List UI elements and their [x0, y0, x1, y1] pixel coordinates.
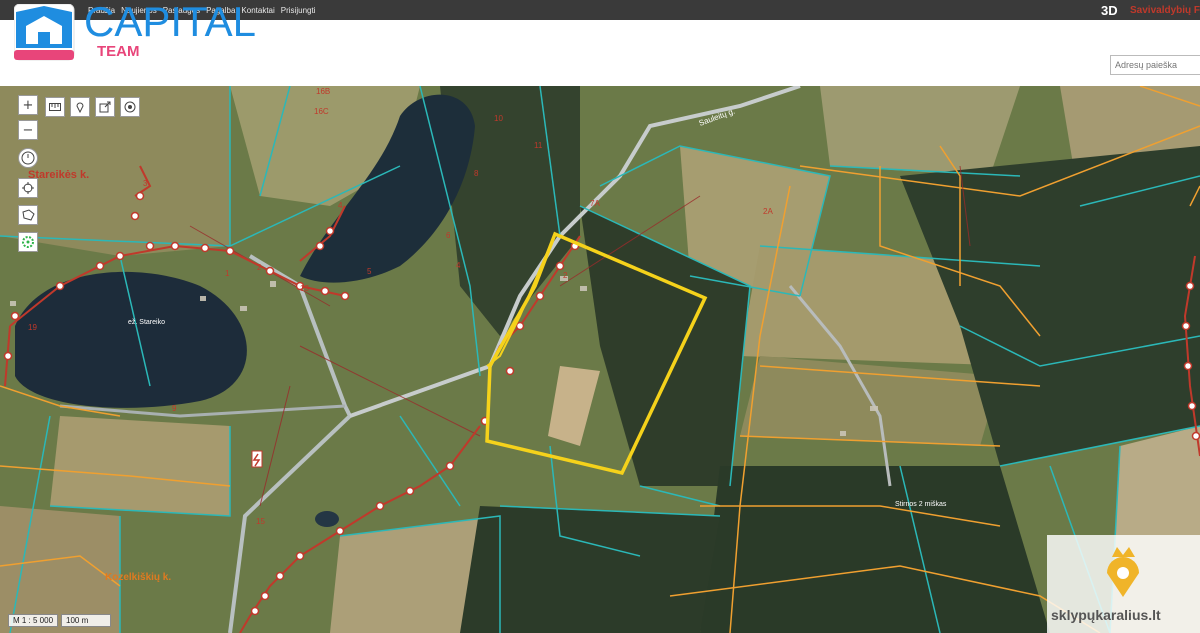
parcel-number: 2	[257, 263, 262, 272]
parcel-number: 15	[256, 517, 265, 526]
logo-subtitle: TEAM	[97, 43, 140, 60]
crown-pin-icon	[1107, 547, 1139, 597]
parcel-number: 19	[28, 323, 37, 332]
municipality-link[interactable]: Savivaldybių F	[1130, 5, 1200, 16]
share-icon[interactable]	[95, 97, 115, 117]
parcel-number: 6	[446, 231, 451, 240]
parcel-number: 11	[534, 141, 543, 150]
address-search-input[interactable]	[1110, 55, 1200, 75]
parcel-number: 2A	[763, 207, 773, 216]
parcel-number: 1	[225, 269, 230, 278]
parcel-number: 16C	[314, 107, 329, 116]
parcel-number: 5	[367, 267, 372, 276]
3d-button[interactable]: 3D	[1101, 3, 1118, 18]
parcel-number: 3	[143, 179, 148, 188]
aerial-map: Stareikės k. ež. Stareiko Kozelkiškių k.…	[0, 86, 1200, 633]
draw-area-icon[interactable]	[18, 205, 38, 225]
parcel-number: 2	[563, 271, 568, 280]
label-lake-stareiko: ež. Stareiko	[128, 319, 165, 326]
label-forest-stirnos: Stirnos 2 miškas	[895, 501, 947, 508]
parcel-number: 10	[494, 114, 503, 123]
pin-icon[interactable]	[70, 97, 90, 117]
measure-icon[interactable]	[45, 97, 65, 117]
map-scale: M 1 : 5 000 100 m	[8, 614, 112, 627]
parcel-number: 8	[474, 169, 479, 178]
parcel-number: 4	[456, 261, 461, 270]
watermark-text: sklypųkaralius.lt	[1051, 607, 1161, 623]
label-village-kozelkiskiu: Kozelkiškių k.	[105, 572, 171, 583]
layers-icon[interactable]	[18, 232, 38, 252]
scale-ratio: M 1 : 5 000	[8, 614, 59, 627]
scale-bar: 100 m	[61, 614, 112, 627]
crosshair-icon[interactable]	[18, 178, 38, 198]
map-view[interactable]: Stareikės k. ež. Stareiko Kozelkiškių k.…	[0, 86, 1200, 633]
map-point-marker[interactable]	[251, 450, 263, 468]
locate-icon[interactable]	[120, 97, 140, 117]
parcel-number: 9	[172, 404, 177, 413]
parcel-number: 16B	[316, 87, 330, 96]
logo-title: CAPITAL	[84, 4, 256, 45]
parcel-number: 4	[338, 201, 343, 210]
parcel-number: 13	[300, 284, 309, 293]
capital-team-logo: CAPITAL TEAM	[14, 4, 256, 61]
zoom-out-button[interactable]: −	[18, 120, 38, 140]
parcel-number: 7A	[590, 199, 600, 208]
zoom-in-button[interactable]: +	[18, 95, 38, 115]
history-icon[interactable]	[18, 148, 38, 168]
nav-login[interactable]: Prisijungti	[281, 6, 316, 15]
